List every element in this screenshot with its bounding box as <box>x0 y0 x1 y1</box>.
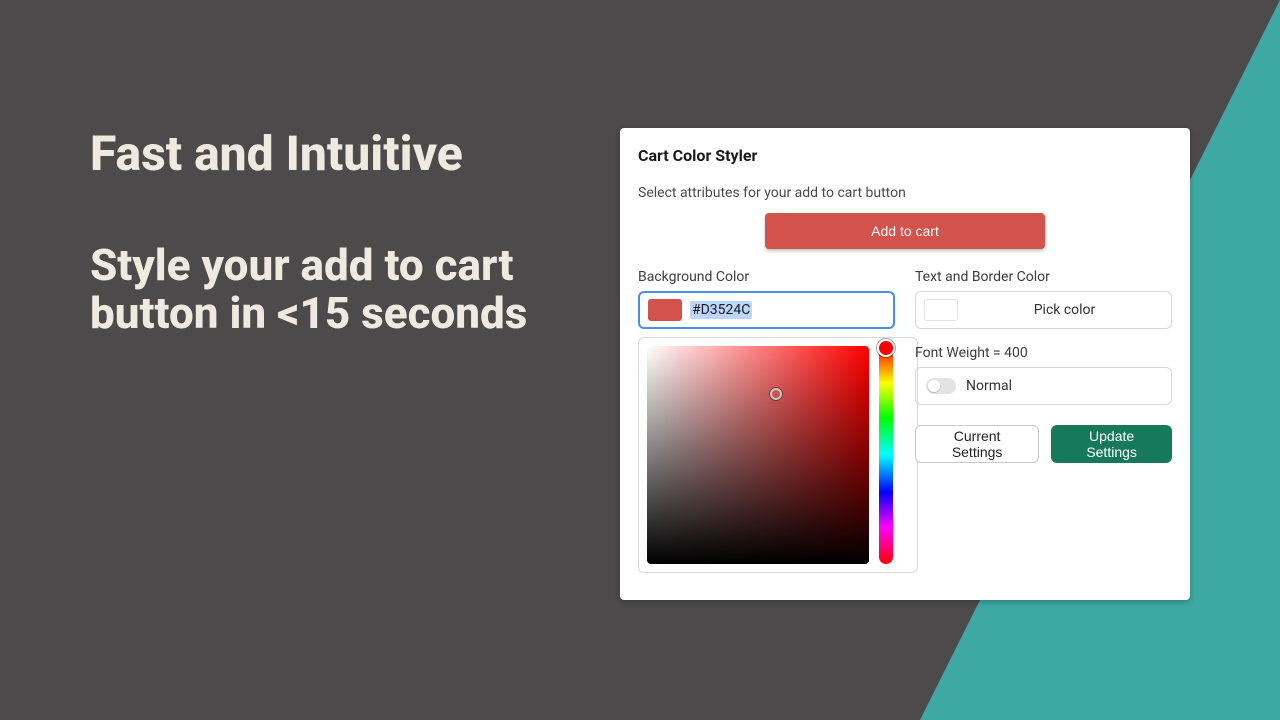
update-settings-button[interactable]: Update Settings <box>1051 425 1172 463</box>
styler-panel: Cart Color Styler Select attributes for … <box>620 128 1190 600</box>
saturation-value-panel[interactable] <box>647 346 869 564</box>
panel-title: Cart Color Styler <box>638 146 1172 165</box>
background-color-input[interactable]: #D3524C <box>638 291 895 329</box>
font-weight-label: Font Weight = 400 <box>915 345 1172 361</box>
background-color-column: Background Color #D3524C <box>638 269 895 573</box>
background-color-swatch-icon <box>648 299 682 321</box>
hue-slider[interactable] <box>879 346 893 564</box>
background-color-hex-value[interactable]: #D3524C <box>690 301 752 319</box>
right-column: Text and Border Color Pick color Font We… <box>915 269 1172 573</box>
font-weight-toggle[interactable] <box>926 378 956 394</box>
text-border-color-input[interactable]: Pick color <box>915 291 1172 329</box>
color-picker[interactable] <box>638 337 918 573</box>
text-border-placeholder: Pick color <box>966 302 1163 318</box>
panel-subtitle: Select attributes for your add to cart b… <box>638 185 1172 201</box>
current-settings-button[interactable]: Current Settings <box>915 425 1039 463</box>
hue-thumb-icon[interactable] <box>877 339 895 357</box>
text-border-swatch-icon <box>924 299 958 321</box>
text-border-color-label: Text and Border Color <box>915 269 1172 285</box>
add-to-cart-preview-button[interactable]: Add to cart <box>765 213 1045 249</box>
hero-line-2: Style your add to cart button in <15 sec… <box>90 241 570 338</box>
hero-text: Fast and Intuitive Style your add to car… <box>90 128 570 338</box>
sv-cursor-icon[interactable] <box>770 388 782 400</box>
font-weight-toggle-row[interactable]: Normal <box>915 367 1172 405</box>
hero-line-1: Fast and Intuitive <box>90 128 570 181</box>
actions-row: Current Settings Update Settings <box>915 425 1172 463</box>
promo-stage: Fast and Intuitive Style your add to car… <box>0 0 1280 720</box>
background-color-label: Background Color <box>638 269 895 285</box>
font-weight-value: Normal <box>966 378 1012 394</box>
